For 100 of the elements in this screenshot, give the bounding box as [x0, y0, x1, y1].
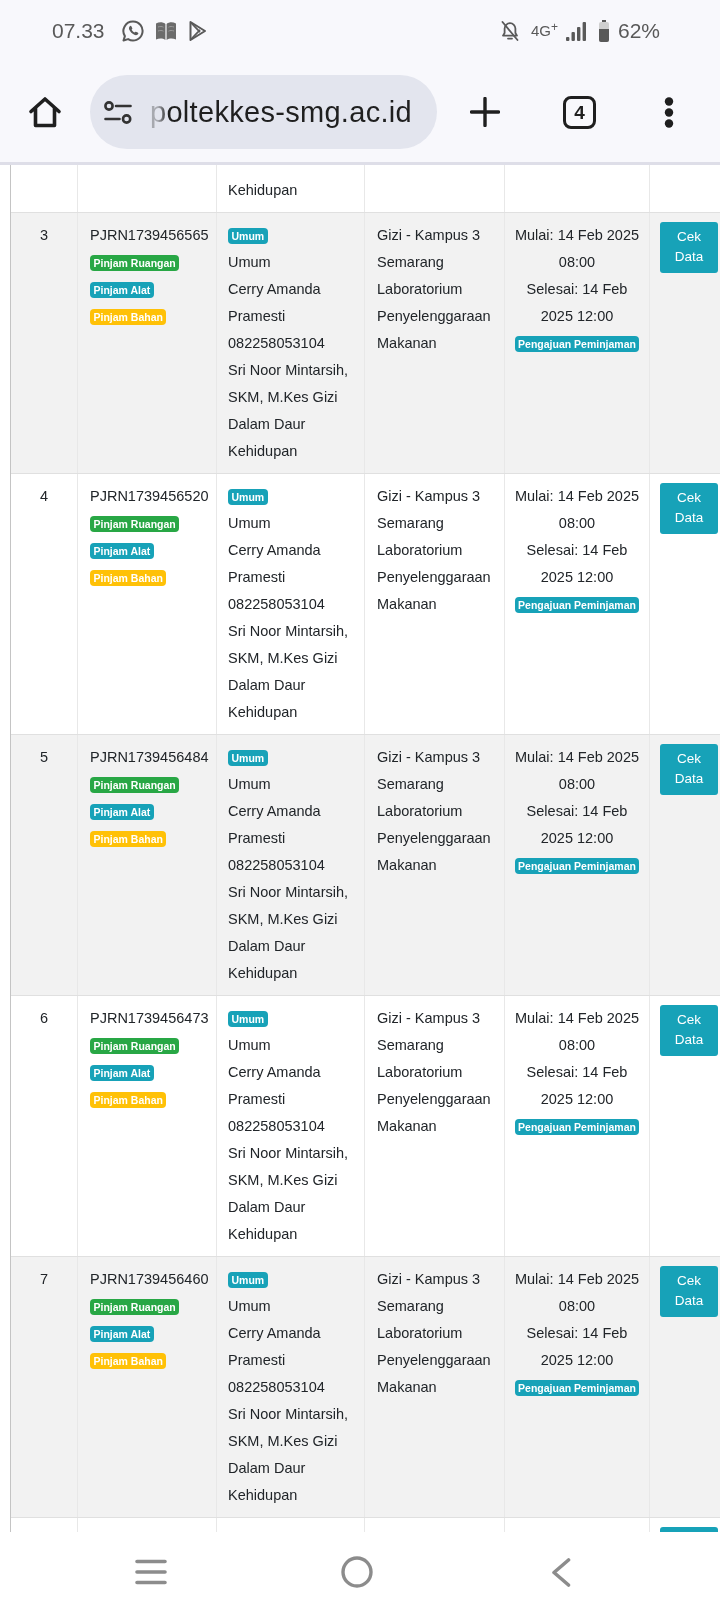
network-type: 4G$^{+}$: [530, 22, 558, 40]
borrower-text: Sri Noor Mintarsih, SKM, M.Kes Gizi Dalam Daur Kehidupan: [228, 1405, 350, 1505]
service-badge: Pinjam Ruangan: [90, 1298, 180, 1315]
service-badge: Pinjam Ruangan: [90, 776, 180, 793]
status-badge: Pengajuan Peminjaman: [514, 335, 640, 352]
row-number: 3: [39, 226, 49, 245]
back-icon[interactable]: [551, 1557, 571, 1587]
borrower-text: 082258053104: [228, 1117, 326, 1136]
borrower-text: Umum: [228, 1297, 272, 1316]
menu-icon[interactable]: [135, 1559, 167, 1585]
check-data-button[interactable]: Cek Data: [660, 1266, 718, 1317]
play-triangle-icon: [187, 20, 207, 42]
row-number: 4: [39, 487, 49, 506]
borrower-text: Cerry Amanda Pramesti: [228, 802, 322, 848]
service-badge: Pinjam Alat: [90, 1325, 154, 1342]
location-text: Laboratorium Penyelenggaraan Makanan: [377, 1324, 492, 1397]
location-text: Gizi - Kampus 3 Semarang: [377, 1009, 482, 1055]
status-badge: Pengajuan Peminjaman: [514, 596, 640, 613]
status-time: 07.33: [52, 19, 105, 43]
borrower-text: 082258053104: [228, 1378, 326, 1397]
service-badge: Pinjam Bahan: [90, 308, 167, 325]
service-badge: Pinjam Ruangan: [90, 515, 180, 532]
plus-icon[interactable]: [470, 97, 500, 127]
borrower-text: Umum: [228, 514, 272, 533]
schedule-text: Mulai: 14 Feb 2025 08:00: [513, 226, 641, 272]
schedule-text: Mulai: 14 Feb 2025 08:00: [513, 487, 641, 533]
location-text: Laboratorium Penyelenggaraan Makanan: [377, 802, 492, 875]
borrower-text: Sri Noor Mintarsih, SKM, M.Kes Gizi Dalam Daur Kehidupan: [228, 361, 350, 461]
phone-bubble-icon: [121, 20, 144, 42]
borrower-text: Umum: [228, 253, 272, 272]
address-bar[interactable]: poltekkes-smg.ac.id: [90, 75, 437, 149]
service-badge: Pinjam Bahan: [90, 1091, 167, 1108]
category-badge: Umum: [228, 1271, 268, 1288]
service-badge: Pinjam Alat: [90, 803, 154, 820]
borrower-text: Cerry Amanda Pramesti: [228, 1063, 322, 1109]
borrower-text: Sri Noor Mintarsih, SKM, M.Kes Gizi Dalam Daur Kehidupan: [228, 622, 350, 722]
borrower-text: Sri Noor Mintarsih, SKM, M.Kes Gizi Dalam Daur Kehidupan: [228, 1144, 350, 1244]
check-data-button[interactable]: Cek Data: [660, 1005, 718, 1056]
service-badge: Pinjam Bahan: [90, 1352, 167, 1369]
category-badge: Umum: [228, 488, 268, 505]
borrower-text: Kehidupan: [228, 181, 299, 200]
borrower-text: Cerry Amanda Pramesti: [228, 1324, 322, 1370]
signal-icon: [565, 21, 586, 41]
schedule-text: Selesai: 14 Feb 2025 12:00: [525, 802, 629, 848]
location-text: Laboratorium Penyelenggaraan Makanan: [377, 541, 492, 614]
loan-code: PJRN1739456460: [90, 1270, 210, 1289]
category-badge: Umum: [228, 749, 268, 766]
borrower-text: Umum: [228, 775, 272, 794]
location-text: Laboratorium Penyelenggaraan Makanan: [377, 1063, 492, 1136]
service-badge: Pinjam Ruangan: [90, 1037, 180, 1054]
schedule-text: Mulai: 14 Feb 2025 08:00: [513, 1270, 641, 1316]
location-text: Gizi - Kampus 3 Semarang: [377, 748, 482, 794]
category-badge: Umum: [228, 227, 268, 244]
service-badge: Pinjam Alat: [90, 1064, 154, 1081]
check-data-button[interactable]: Cek Data: [660, 483, 718, 534]
borrower-text: 082258053104: [228, 856, 326, 875]
check-data-button[interactable]: [660, 1527, 718, 1532]
service-badge: Pinjam Bahan: [90, 569, 167, 586]
home-circle-icon[interactable]: [341, 1556, 373, 1588]
loan-code: PJRN1739456520: [90, 487, 210, 506]
location-text: Laboratorium Penyelenggaraan Makanan: [377, 280, 492, 353]
schedule-text: Selesai: 14 Feb 2025 12:00: [525, 1063, 629, 1109]
sliders-icon[interactable]: [104, 100, 132, 124]
borrower-text: 082258053104: [228, 334, 326, 353]
service-badge: Pinjam Ruangan: [90, 254, 180, 271]
schedule-text: Selesai: 14 Feb 2025 12:00: [525, 1324, 629, 1370]
category-badge: Umum: [228, 1010, 268, 1027]
schedule-text: Selesai: 14 Feb 2025 12:00: [525, 541, 629, 587]
book-icon: [154, 21, 177, 41]
loan-code: PJRN1739456484: [90, 748, 210, 767]
row-number: 5: [39, 748, 49, 767]
bell-off-icon: [499, 20, 520, 42]
location-text: Gizi - Kampus 3 Semarang: [377, 226, 482, 272]
tab-count-button[interactable]: 4: [563, 95, 596, 129]
battery-percent: 62%: [617, 19, 660, 43]
battery-icon: [598, 20, 609, 42]
schedule-text: Mulai: 14 Feb 2025 08:00: [513, 1009, 641, 1055]
borrower-text: Cerry Amanda Pramesti: [228, 280, 322, 326]
loan-code: PJRN1739456565: [90, 226, 210, 245]
service-badge: Pinjam Alat: [90, 281, 154, 298]
row-number: 7: [39, 1270, 49, 1289]
home-icon[interactable]: [28, 96, 62, 128]
more-icon[interactable]: [664, 96, 674, 128]
location-text: Gizi - Kampus 3 Semarang: [377, 1270, 482, 1316]
loan-code: PJRN1739456473: [90, 1009, 210, 1028]
status-badge: Pengajuan Peminjaman: [514, 1118, 640, 1135]
schedule-text: Selesai: 14 Feb 2025 12:00: [525, 280, 629, 326]
borrower-text: 082258053104: [228, 595, 326, 614]
location-text: Gizi - Kampus 3 Semarang: [377, 487, 482, 533]
status-badge: Pengajuan Peminjaman: [514, 1379, 640, 1396]
check-data-button[interactable]: Cek Data: [660, 222, 718, 273]
service-badge: Pinjam Bahan: [90, 830, 167, 847]
borrower-text: Cerry Amanda Pramesti: [228, 541, 322, 587]
status-badge: Pengajuan Peminjaman: [514, 857, 640, 874]
service-badge: Pinjam Alat: [90, 542, 154, 559]
check-data-button[interactable]: Cek Data: [660, 744, 718, 795]
borrower-text: Sri Noor Mintarsih, SKM, M.Kes Gizi Dalam Daur Kehidupan: [228, 883, 350, 983]
row-number: 6: [39, 1009, 49, 1028]
schedule-text: Mulai: 14 Feb 2025 08:00: [513, 748, 641, 794]
borrower-text: Umum: [228, 1036, 272, 1055]
